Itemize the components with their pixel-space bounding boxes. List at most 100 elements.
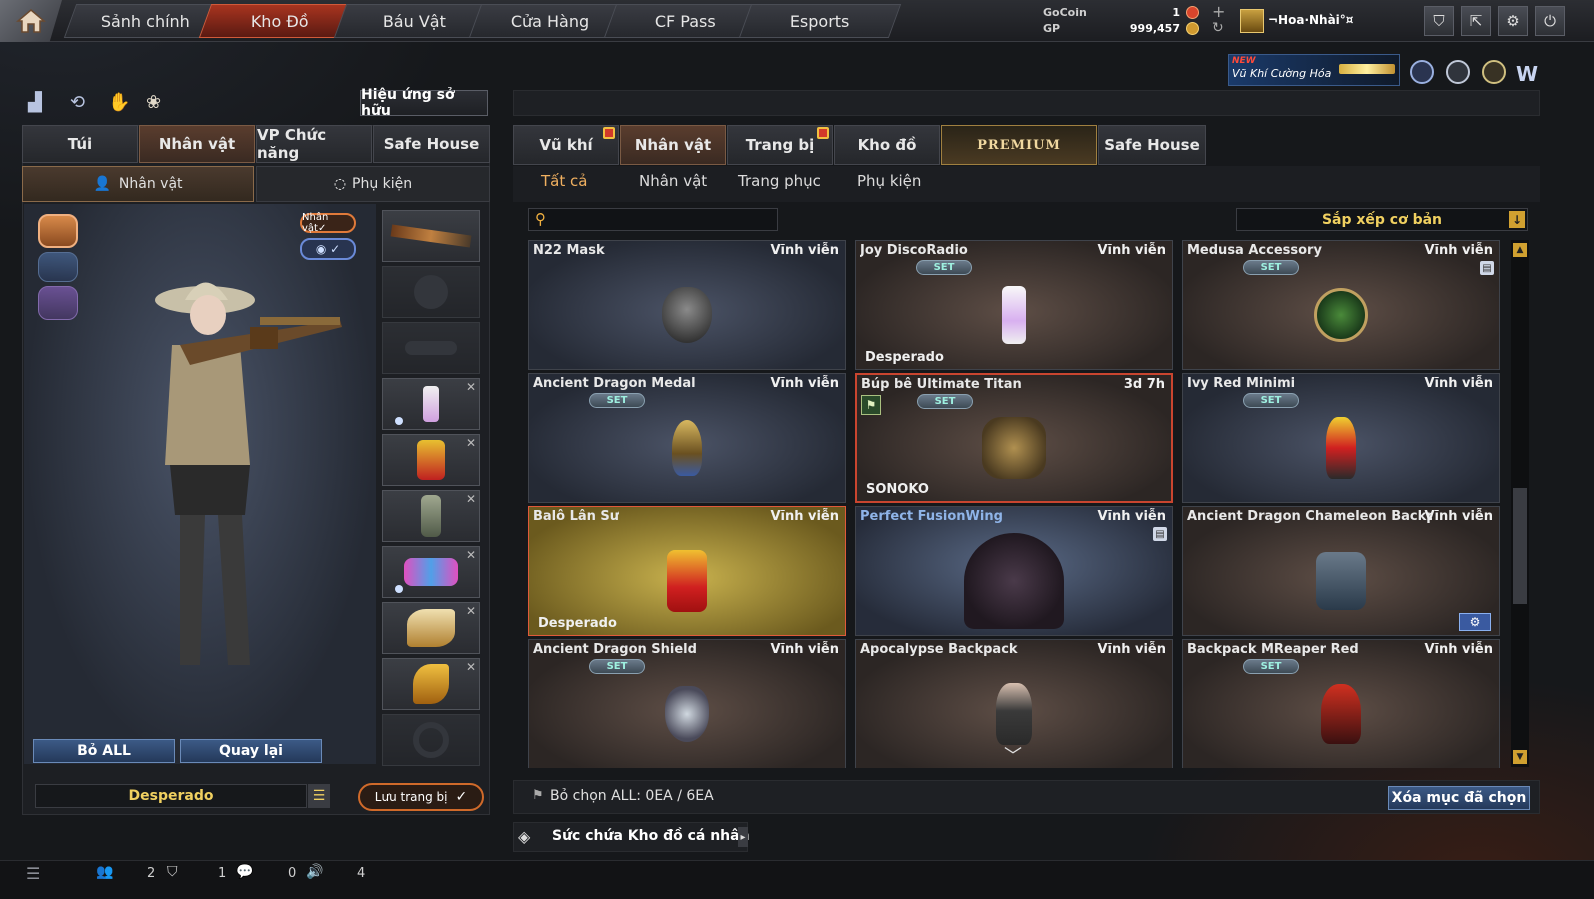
character-badge[interactable]: Nhân vật✓ [300, 212, 356, 234]
tab-functional-items[interactable]: VP Chức năng [256, 125, 372, 163]
char-mode-icon-2[interactable] [38, 252, 78, 282]
tab-weapons[interactable]: Vũ khí [513, 125, 619, 165]
username[interactable]: ¬Hoa·Nhài°¤ [1268, 13, 1353, 27]
filter-all[interactable]: Tất cả [541, 172, 587, 194]
slot-radio[interactable]: ✕ [382, 378, 480, 430]
item-name: Balô Lân Sư [533, 509, 620, 524]
scrollbar-thumb[interactable] [1513, 488, 1527, 604]
promo-banner[interactable]: NEW Vũ Khí Cường Hóa [1228, 54, 1400, 86]
item-card[interactable]: Perfect FusionWing Vĩnh viễn ▤ [855, 506, 1173, 636]
home-button[interactable] [0, 0, 62, 42]
close-icon[interactable]: ✕ [466, 548, 476, 562]
list-menu-icon[interactable]: ☰ [26, 864, 40, 883]
slot-glasses[interactable] [382, 322, 480, 374]
filter-accessories[interactable]: Phụ kiện [857, 172, 921, 194]
item-card[interactable]: Ancient Dragon Shield Vĩnh viễn SET [528, 639, 846, 768]
slot-bag[interactable]: ✕ [382, 546, 480, 598]
pose-icon[interactable]: ✋ [108, 92, 132, 114]
item-card[interactable]: Medusa Accessory Vĩnh viễn SET ▤ [1182, 240, 1500, 370]
scroll-up-icon[interactable]: ▲ [1513, 243, 1527, 257]
tab-character-items[interactable]: Nhân vật [620, 125, 726, 165]
item-card[interactable]: Balô Lân Sư Vĩnh viễn Desperado [528, 506, 846, 636]
power-button[interactable]: ⏻ [1535, 6, 1565, 36]
tab-equipment[interactable]: Trang bị [727, 125, 833, 165]
delete-selected-button[interactable]: Xóa mục đã chọn [1388, 786, 1530, 810]
slot-charm[interactable]: ✕ [382, 490, 480, 542]
lock-icon[interactable]: ▤ [1480, 261, 1494, 275]
item-card[interactable]: Búp bê Ultimate Titan 3d 7h SET SONOKO ⚑ [855, 373, 1173, 503]
deselect-all-label[interactable]: Bỏ chọn ALL: 0EA / 6EA [550, 788, 714, 804]
item-card[interactable]: Ivy Red Minimi Vĩnh viễn SET [1182, 373, 1500, 503]
tab-safe-house-items[interactable]: Safe House [1098, 125, 1206, 165]
search-box[interactable]: ⚲ [528, 208, 778, 231]
item-card[interactable]: Backpack MReaper Red Vĩnh viễn SET [1182, 639, 1500, 768]
item-card[interactable]: Ancient Dragon Chameleon BackpackVĩnh vi… [1182, 506, 1500, 636]
slot-snake[interactable]: ✕ [382, 658, 480, 710]
slot-head[interactable] [382, 266, 480, 318]
visibility-toggle[interactable]: ◉ ✓ [300, 238, 356, 260]
event-icon-2[interactable] [1446, 60, 1470, 84]
chevron-down-icon[interactable]: ﹀ [1004, 742, 1022, 768]
podium-icon[interactable]: ▟ [28, 92, 52, 114]
shield-menu-button[interactable]: ⛉ [1424, 6, 1454, 36]
scroll-down-icon[interactable]: ▼ [1513, 750, 1527, 764]
remove-all-button[interactable]: Bỏ ALL [33, 739, 175, 763]
close-icon[interactable]: ✕ [466, 492, 476, 506]
close-icon[interactable]: ✕ [466, 660, 476, 674]
tab-character[interactable]: Nhân vật [139, 125, 255, 163]
sort-dropdown[interactable]: Sắp xếp cơ bản ↓ [1236, 208, 1528, 231]
exit-room-button[interactable]: ⇱ [1461, 6, 1491, 36]
chat-icon[interactable]: 💬 [236, 864, 253, 880]
item-duration: Vĩnh viễn [1424, 376, 1493, 391]
lock-icon[interactable]: ▤ [1153, 527, 1167, 541]
search-input[interactable] [555, 211, 773, 228]
radio-icon [1002, 286, 1026, 345]
subtab-accessories[interactable]: ◌ Phụ kiện [256, 166, 490, 202]
nav-tab-esports[interactable]: Esports [738, 4, 902, 38]
filter-character[interactable]: Nhân vật [639, 172, 707, 194]
tab-premium[interactable]: PREMIUM [941, 125, 1097, 165]
settings-button[interactable]: ⚙ [1498, 6, 1528, 36]
rifle-icon [390, 224, 472, 248]
slot-ring[interactable] [382, 714, 480, 766]
medallion-icon [1314, 288, 1368, 343]
subtab-character[interactable]: 👤 Nhân vật [22, 166, 254, 202]
refresh-icon[interactable]: ↻ [1212, 20, 1224, 36]
tab-storage[interactable]: Kho đồ [834, 125, 940, 165]
close-icon[interactable]: ✕ [466, 436, 476, 450]
add-coin-icon[interactable]: + [1212, 2, 1225, 21]
item-card[interactable]: N22 Mask Vĩnh viễn [528, 240, 846, 370]
event-icon-4[interactable]: W [1516, 62, 1538, 86]
clan-shield-icon[interactable]: ⛉ [167, 864, 178, 880]
char-mode-icon-1[interactable] [38, 214, 78, 248]
back-button[interactable]: Quay lại [180, 739, 322, 763]
expand-arrow-icon[interactable]: ▸ [738, 827, 748, 847]
close-icon[interactable]: ✕ [466, 380, 476, 394]
right-header-strip [513, 90, 1540, 116]
gear-icon[interactable]: ⚙ [1459, 613, 1491, 631]
filter-outfit[interactable]: Trang phục [738, 172, 821, 194]
tab-safe-house[interactable]: Safe House [373, 125, 490, 163]
char-mode-icon-3[interactable] [38, 286, 78, 320]
item-card[interactable]: Ancient Dragon Medal Vĩnh viễn SET [528, 373, 846, 503]
radio-icon [423, 386, 439, 422]
item-duration: Vĩnh viễn [1097, 243, 1166, 258]
slot-lion-backpack[interactable]: ✕ [382, 434, 480, 486]
event-icon-1[interactable] [1410, 60, 1434, 84]
friends-count: 2 [147, 866, 156, 881]
slot-weapon[interactable] [382, 210, 480, 262]
preset-menu-button[interactable]: ☰ [308, 784, 330, 808]
chat-count: 0 [288, 866, 297, 881]
speaker-icon[interactable]: 🔊 [306, 864, 323, 880]
item-card[interactable]: Joy DiscoRadio Vĩnh viễn SET Desperado [855, 240, 1173, 370]
owned-effects-button[interactable]: Hiệu ứng sở hữu [360, 87, 488, 119]
tab-bag[interactable]: Túi [22, 125, 138, 163]
pet-icon[interactable]: ❀ [146, 92, 170, 114]
rotate-icon[interactable]: ⟲ [70, 92, 94, 114]
preset-name-field[interactable]: Desperado [35, 784, 307, 808]
event-icon-3[interactable] [1482, 60, 1506, 84]
slot-dragon[interactable]: ✕ [382, 602, 480, 654]
close-icon[interactable]: ✕ [466, 604, 476, 618]
save-equipment-button[interactable]: Lưu trang bị ✓ [358, 783, 484, 811]
friends-icon[interactable]: 👥 [96, 864, 113, 880]
